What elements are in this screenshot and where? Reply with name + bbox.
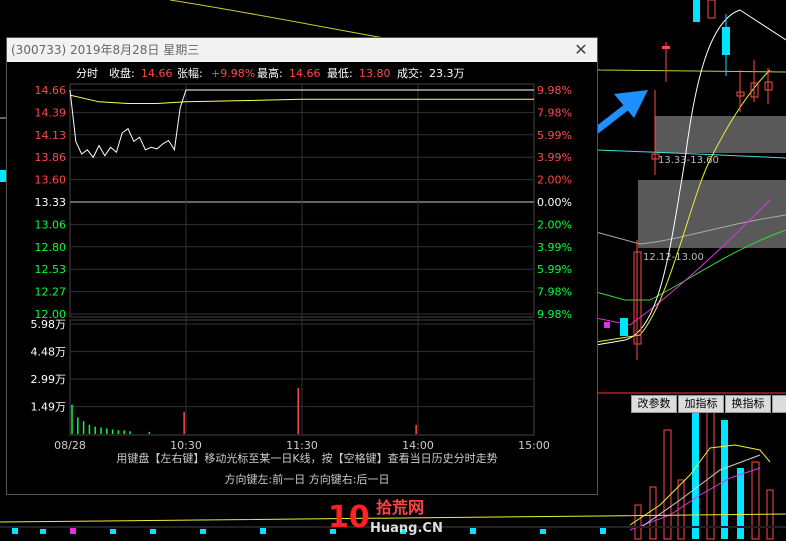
percent-tick-label: 5.99% bbox=[537, 263, 572, 276]
percent-tick-label: 2.00% bbox=[537, 174, 572, 187]
watermark-number: 10 bbox=[328, 500, 370, 535]
watermark-site-en: Huang.CN bbox=[370, 521, 443, 536]
info-tab-label: 分时 bbox=[76, 67, 98, 80]
price-tick-label: 12.27 bbox=[35, 286, 67, 299]
price-tick-label: 13.06 bbox=[35, 218, 67, 231]
ma-line-bright-white bbox=[595, 9, 786, 346]
hint-line-1: 用键盘【左右键】移动光标至某一日K线，按【空格键】查看当日历史分时走势 bbox=[116, 451, 497, 465]
volume-bars-right bbox=[634, 404, 774, 540]
candle-cyan-1 bbox=[693, 0, 700, 22]
candle-red-3 bbox=[662, 46, 670, 49]
low-value: 13.80 bbox=[359, 67, 391, 80]
price-range-box-top bbox=[655, 116, 786, 153]
low-label: 最低: bbox=[327, 67, 353, 80]
volume-tick-label: 5.98万 bbox=[31, 318, 67, 331]
price-grid bbox=[70, 84, 534, 434]
time-tick-label: 11:30 bbox=[286, 439, 318, 452]
price-tick-label: 14.13 bbox=[35, 129, 67, 142]
modify-params-button[interactable]: 改参数 bbox=[631, 395, 677, 413]
price-tick-label: 14.39 bbox=[35, 106, 67, 119]
volume-bars bbox=[71, 388, 417, 434]
time-tick-label: 14:00 bbox=[402, 439, 434, 452]
percent-axis-ticks: 9.98% 7.98% 5.99% 3.99% 2.00% 0.00% 2.00% 3.99%… bbox=[537, 84, 572, 321]
price-tick-label: 14.66 bbox=[35, 84, 67, 97]
range-label-bottom: 12.12-13.00 bbox=[643, 252, 704, 263]
volume-tick-label: 4.48万 bbox=[31, 346, 67, 359]
volume-axis-ticks: 5.98万 4.48万 2.99万 1.49万 bbox=[31, 318, 67, 414]
high-label: 最高: bbox=[257, 66, 283, 80]
percent-tick-label: 3.99% bbox=[537, 151, 572, 164]
percent-tick-label: 7.98% bbox=[537, 106, 572, 119]
popup-titlebar[interactable]: (300733) 2019年8月28日 星期三 ✕ bbox=[7, 38, 597, 62]
intraday-popup-window: (300733) 2019年8月28日 星期三 ✕ 分时 收盘: 14.66 张… bbox=[6, 37, 598, 495]
watermark-logo: 10 拾荒网 Huang.CN bbox=[328, 498, 443, 536]
price-tick-label: 12.80 bbox=[35, 241, 67, 254]
candle-red-4 bbox=[707, 0, 716, 19]
time-tick-label: 08/28 bbox=[54, 439, 86, 452]
percent-tick-label: 3.99% bbox=[537, 241, 572, 254]
change-label: 张幅: bbox=[177, 67, 203, 80]
price-axis-ticks: 14.66 14.39 14.13 13.86 13.60 13.33 13.06 12.80… bbox=[35, 84, 67, 321]
popup-title: (300733) 2019年8月28日 星期三 bbox=[11, 43, 200, 57]
price-tick-label: 13.33 bbox=[35, 196, 67, 209]
price-range-box-bottom bbox=[638, 180, 786, 248]
volume-tick-label: 1.49万 bbox=[31, 401, 67, 414]
volume-label: 成交: bbox=[397, 66, 423, 80]
price-tick-label: 13.60 bbox=[35, 174, 67, 187]
percent-tick-label: 7.98% bbox=[537, 286, 572, 299]
change-value: +9.98% bbox=[211, 67, 255, 80]
change-indicator-button[interactable]: 换指标 bbox=[725, 395, 771, 413]
percent-tick-label: 2.00% bbox=[537, 218, 572, 231]
watermark-site-cn: 拾荒网 bbox=[376, 498, 424, 517]
close-price-label: 收盘: bbox=[109, 66, 135, 80]
hint-line-2: 方向键左:前一日 方向键右:后一日 bbox=[225, 472, 390, 486]
percent-tick-label: 9.98% bbox=[537, 84, 572, 97]
add-indicator-button[interactable]: 加指标 bbox=[678, 395, 724, 413]
intraday-chart: 分时 收盘: 14.66 张幅: +9.98% 最高: 14.66 最低: 13… bbox=[31, 66, 572, 486]
close-icon[interactable]: ✕ bbox=[571, 39, 591, 61]
percent-tick-label: 9.98% bbox=[537, 308, 572, 321]
volume-value: 23.3万 bbox=[429, 67, 465, 80]
volume-tick-label: 2.99万 bbox=[31, 373, 67, 386]
percent-tick-label: 5.99% bbox=[537, 129, 572, 142]
percent-tick-label: 0.00% bbox=[537, 196, 572, 209]
candle-cyan-3 bbox=[620, 318, 628, 336]
button-extra-edge bbox=[772, 395, 786, 413]
price-tick-label: 12.53 bbox=[35, 263, 67, 276]
high-value: 14.66 bbox=[289, 67, 321, 80]
candle-magenta-small bbox=[604, 322, 610, 328]
price-tick-label: 13.86 bbox=[35, 151, 67, 164]
close-price-value: 14.66 bbox=[141, 67, 173, 80]
time-axis-ticks: 08/28 10:30 11:30 14:00 15:00 bbox=[54, 439, 550, 452]
time-tick-label: 10:30 bbox=[170, 439, 202, 452]
quote-info-bar: 分时 收盘: 14.66 张幅: +9.98% 最高: 14.66 最低: 13… bbox=[76, 66, 465, 80]
time-tick-label: 15:00 bbox=[518, 439, 550, 452]
